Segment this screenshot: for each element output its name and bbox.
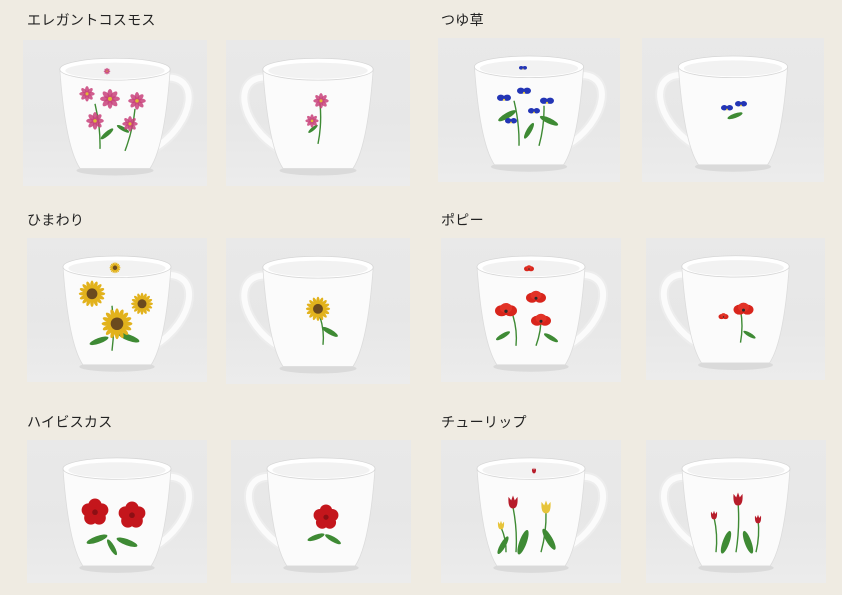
- section-title-cosmos: エレガントコスモス: [27, 13, 156, 29]
- hibiscus-mug-front-photo: [27, 440, 207, 583]
- poppy-mug-front-photo: [441, 238, 621, 382]
- dayflower-mug-back-photo: [642, 38, 824, 182]
- section-title-sunflower: ひまわり: [27, 213, 85, 229]
- cosmos-mug-back-photo: [226, 40, 410, 186]
- hibiscus-mug-back-photo: [231, 440, 411, 583]
- poppy-mug-back-photo: [646, 238, 825, 380]
- section-title-tulip: チューリップ: [441, 415, 527, 431]
- sunflower-mug-front-photo: [27, 238, 207, 382]
- section-title-hibiscus: ハイビスカス: [27, 415, 113, 431]
- cosmos-mug-front-photo: [23, 40, 207, 186]
- section-title-dayflower: つゆ草: [441, 13, 484, 29]
- dayflower-mug-front-photo: [438, 38, 620, 182]
- sunflower-mug-back-photo: [226, 238, 410, 384]
- section-title-poppy: ポピー: [441, 213, 484, 229]
- tulip-mug-front-photo: [441, 440, 621, 583]
- tulip-mug-back-photo: [646, 440, 826, 583]
